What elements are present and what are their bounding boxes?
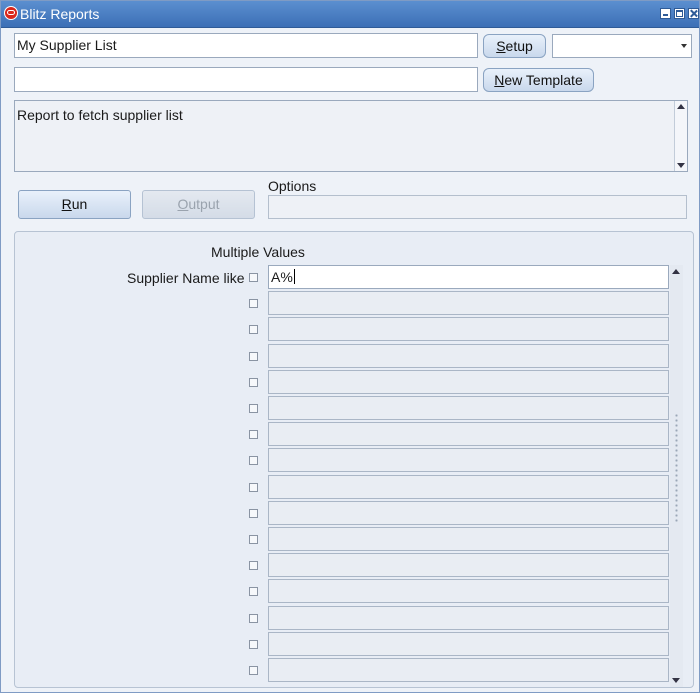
parameter-value-field[interactable] (268, 369, 669, 394)
window-title: Blitz Reports (20, 6, 100, 22)
row-checkbox[interactable] (249, 325, 258, 335)
row-checkbox[interactable] (249, 613, 258, 623)
options-label: Options (268, 178, 317, 194)
setup-button[interactable]: Setup (483, 34, 546, 58)
row-checkbox[interactable] (249, 404, 258, 413)
multiple-values-header: Multiple Values (211, 244, 305, 260)
report-name-field[interactable]: My Supplier List (14, 33, 478, 58)
text-cursor (293, 269, 295, 284)
parameter-value-field[interactable] (268, 343, 669, 368)
new-template-label-rest: ew Template (504, 72, 583, 88)
new-template-button[interactable]: New Template (483, 68, 594, 92)
row-checkbox[interactable] (249, 273, 258, 282)
blitz-reports-window: Blitz Reports My Supplier List Setup New… (0, 0, 700, 693)
parameter-value-text: A% (271, 269, 293, 285)
parameter-value-field[interactable] (268, 448, 669, 473)
row-checkbox[interactable] (249, 482, 258, 492)
parameter-value-field[interactable]: A% (268, 265, 669, 289)
setup-label-rest: etup (505, 38, 533, 54)
close-icon[interactable] (688, 8, 699, 19)
run-mnemonic: R (61, 196, 72, 212)
parameter-value-field[interactable] (268, 658, 669, 682)
row-checkbox[interactable] (249, 377, 258, 387)
scroll-down-icon[interactable] (672, 678, 680, 683)
scroll-up-icon[interactable] (672, 269, 680, 274)
parameter-value-field[interactable] (268, 527, 669, 551)
parameter-value-field[interactable] (268, 605, 669, 630)
row-checkbox[interactable] (249, 456, 258, 466)
parameter-value-field[interactable] (268, 396, 669, 420)
row-checkbox[interactable] (249, 587, 258, 597)
parameter-value-field[interactable] (268, 317, 669, 342)
values-scrollbar[interactable] (670, 265, 683, 687)
row-checkbox[interactable] (249, 430, 258, 440)
row-checkbox[interactable] (249, 535, 258, 544)
new-template-mnemonic: N (494, 72, 505, 88)
scroll-grip[interactable] (674, 413, 679, 523)
maximize-icon[interactable] (674, 8, 685, 19)
report-select[interactable] (552, 34, 692, 58)
output-button[interactable]: Output (142, 190, 255, 219)
scroll-down-icon[interactable] (677, 163, 685, 168)
minimize-icon[interactable] (660, 8, 671, 19)
output-mnemonic: O (177, 196, 189, 212)
parameter-value-field[interactable] (268, 474, 669, 499)
template-field[interactable] (14, 67, 478, 92)
run-button[interactable]: Run (18, 190, 131, 219)
row-checkbox[interactable] (249, 639, 258, 649)
supplier-name-label: Supplier Name like (127, 270, 245, 286)
row-checkbox[interactable] (249, 299, 258, 309)
description-scrollbar[interactable] (674, 101, 687, 171)
description-text: Report to fetch supplier list (17, 107, 183, 123)
parameter-value-field[interactable] (268, 579, 669, 604)
parameter-value-field[interactable] (268, 631, 669, 656)
row-checkbox[interactable] (249, 508, 258, 518)
parameter-value-field[interactable] (268, 422, 669, 447)
row-checkbox[interactable] (249, 666, 258, 675)
title-bar: Blitz Reports (1, 1, 699, 28)
output-label-rest: utput (188, 196, 220, 212)
parameter-value-field[interactable] (268, 291, 669, 316)
oracle-app-icon (4, 6, 18, 20)
parameter-value-field[interactable] (268, 500, 669, 525)
options-field[interactable] (268, 195, 687, 219)
row-checkbox[interactable] (249, 351, 258, 361)
scroll-up-icon[interactable] (677, 104, 685, 109)
description-textarea[interactable]: Report to fetch supplier list (14, 100, 688, 172)
chevron-down-icon[interactable] (681, 44, 687, 48)
row-checkbox[interactable] (249, 561, 258, 571)
run-label-rest: un (71, 196, 88, 212)
parameter-value-field[interactable] (268, 553, 669, 578)
setup-mnemonic: S (496, 38, 506, 54)
